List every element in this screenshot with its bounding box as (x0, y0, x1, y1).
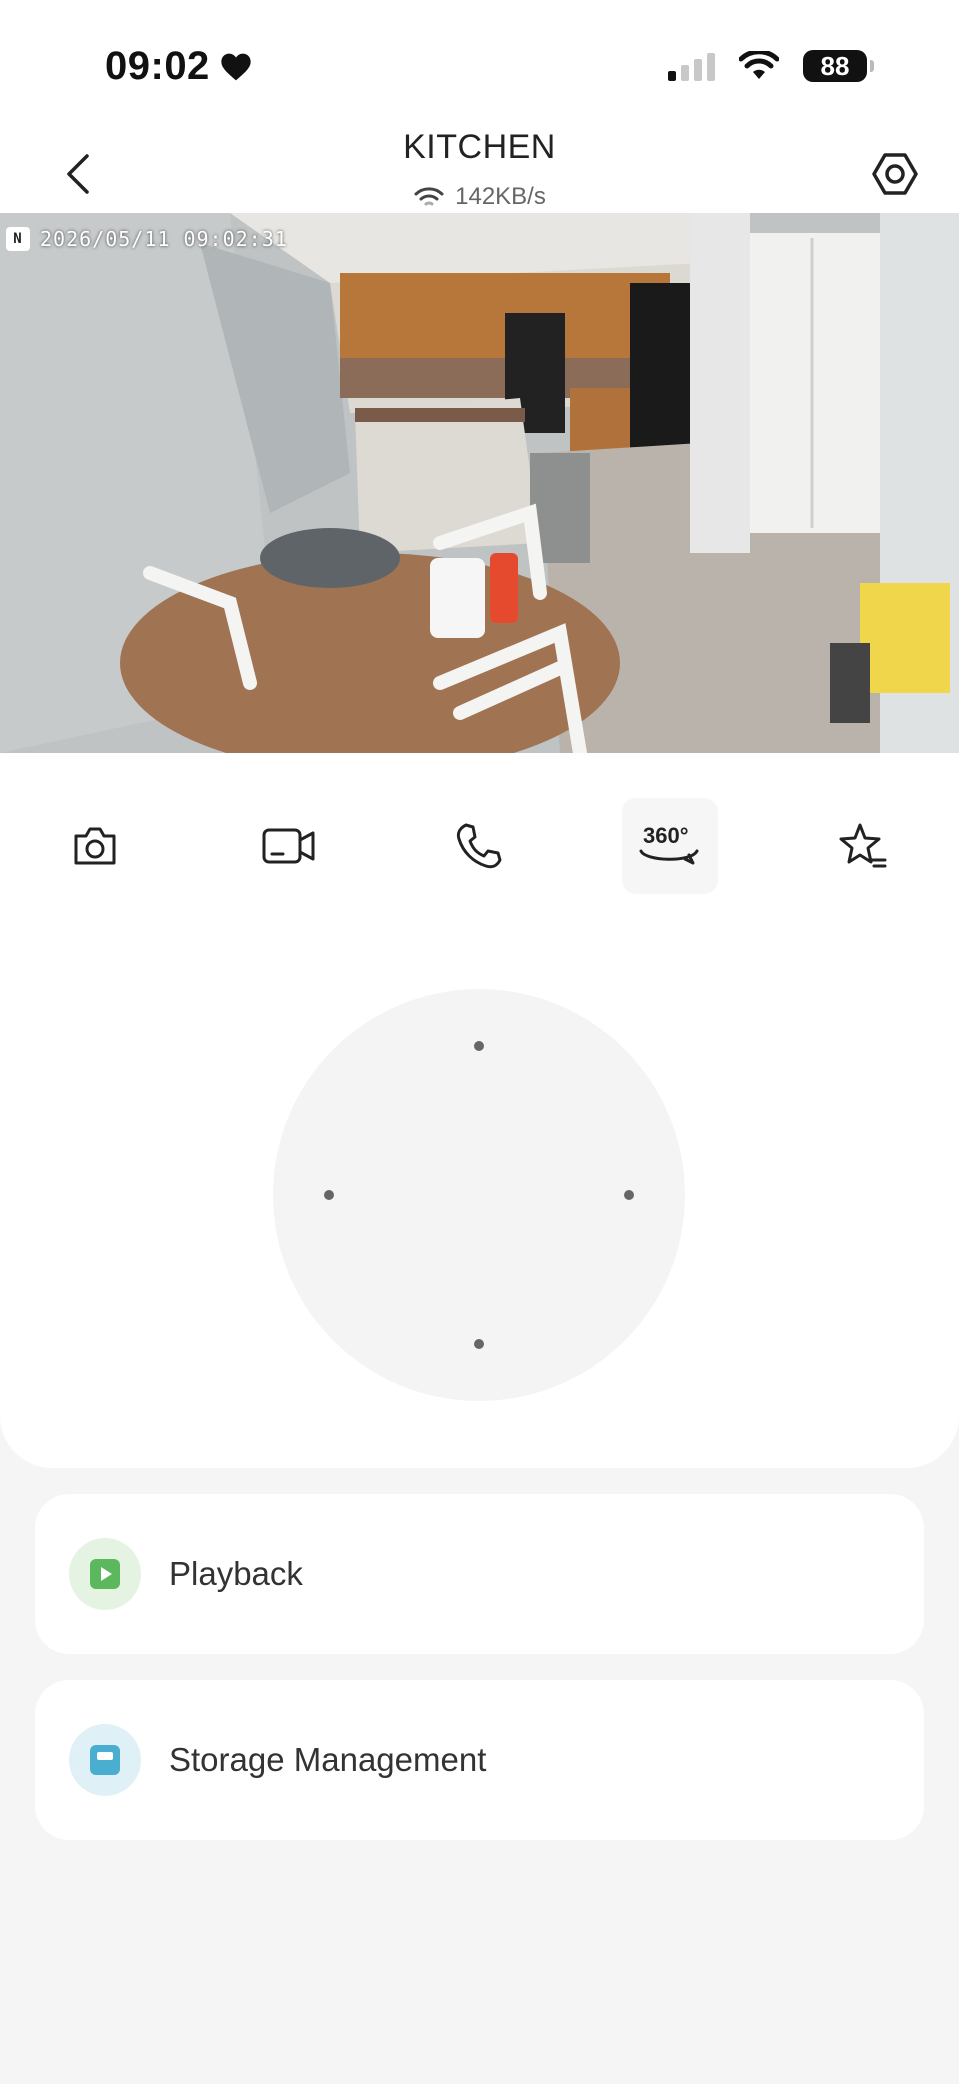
camera-feed-image (0, 213, 959, 753)
cellular-signal-icon (668, 51, 715, 81)
battery-icon: 88 (803, 50, 874, 82)
rotate-360-button[interactable]: 360° (622, 798, 718, 894)
battery-level: 88 (820, 50, 850, 81)
rotate-360-icon: 360° (639, 823, 699, 865)
bitrate-text: 142KB/s (455, 183, 546, 210)
status-time-text: 09:02 (105, 44, 210, 88)
joystick-down-dot (474, 1339, 484, 1349)
page-title: KITCHEN (403, 128, 556, 166)
camera-live-view[interactable]: N 2026/05/11 09:02:31 (0, 213, 959, 753)
play-icon (90, 1559, 120, 1589)
video-record-icon (262, 828, 315, 864)
storage-management-label: Storage Management (169, 1741, 487, 1778)
storage-management-card[interactable]: Storage Management (35, 1680, 924, 1840)
joystick-left-dot (324, 1190, 334, 1200)
wifi-strength-icon (414, 187, 444, 206)
heart-icon (221, 53, 251, 80)
playback-label: Playback (169, 1555, 303, 1592)
record-button[interactable] (241, 798, 337, 894)
favorites-button[interactable] (815, 798, 911, 894)
phone-icon (456, 823, 502, 869)
joystick-right-dot (624, 1190, 634, 1200)
storage-icon (90, 1745, 120, 1775)
camera-timestamp: 2026/05/11 09:02:31 (40, 227, 288, 251)
playback-icon-wrap (69, 1538, 141, 1610)
storage-icon-wrap (69, 1724, 141, 1796)
camera-badge: N (6, 227, 30, 251)
star-list-icon (839, 823, 887, 868)
snapshot-button[interactable] (47, 798, 143, 894)
ptz-joystick[interactable] (273, 989, 685, 1401)
camera-icon (74, 827, 116, 865)
playback-card[interactable]: Playback (35, 1494, 924, 1654)
gear-icon (872, 153, 918, 195)
joystick-up-dot (474, 1041, 484, 1051)
control-toolbar: 360° (0, 798, 959, 898)
rotate-360-text: 360° (643, 823, 689, 848)
status-indicators: 88 (668, 50, 874, 82)
talk-button[interactable] (431, 798, 527, 894)
wifi-icon (739, 51, 779, 79)
camera-timestamp-overlay: N 2026/05/11 09:02:31 (6, 227, 288, 251)
settings-button[interactable] (867, 146, 923, 202)
status-time: 09:02 (105, 44, 252, 89)
bitrate-indicator: 142KB/s (0, 183, 959, 211)
